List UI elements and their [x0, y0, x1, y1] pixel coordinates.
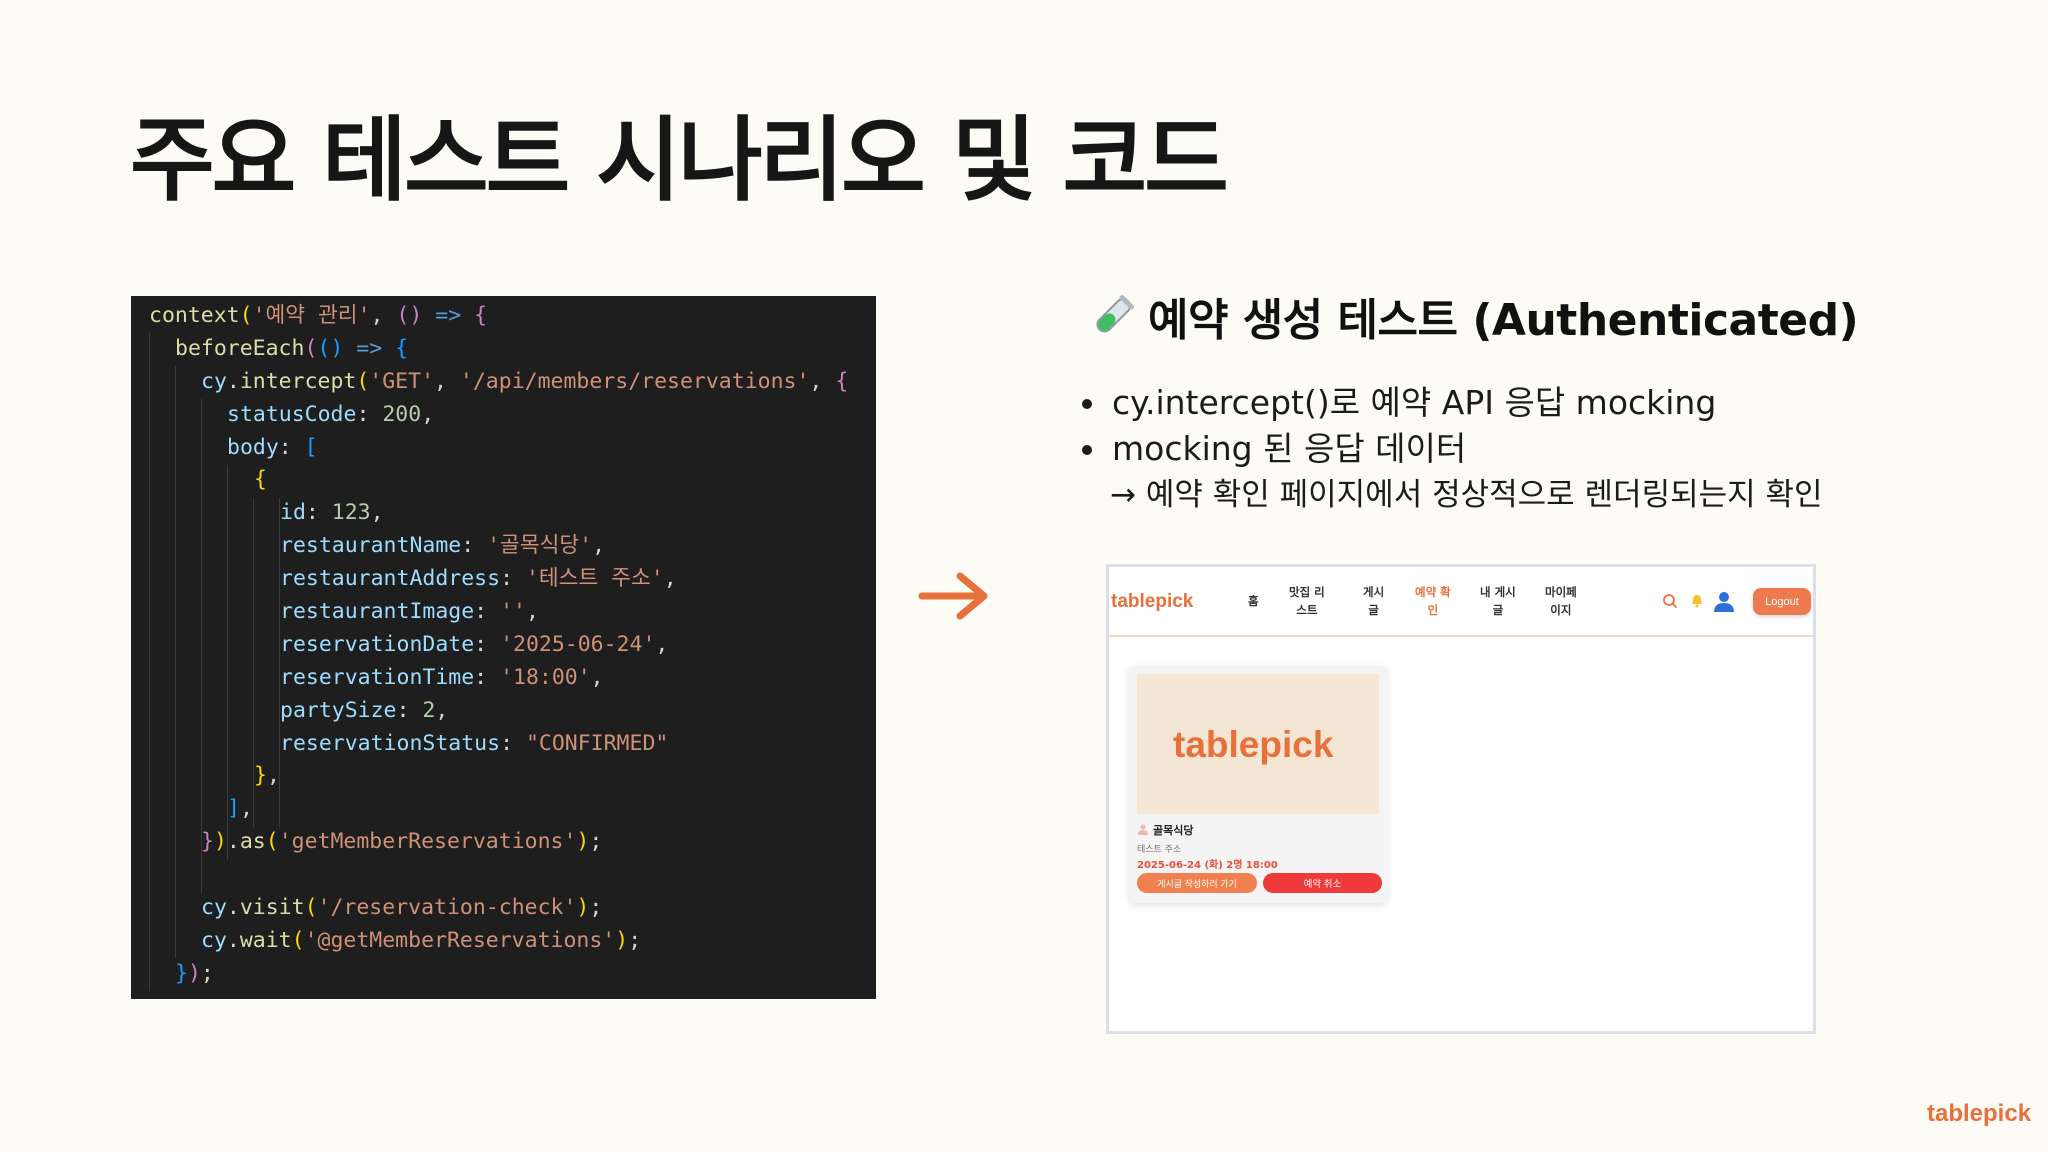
user-icon[interactable] — [1712, 589, 1736, 613]
restaurant-address: 테스트 주소 — [1137, 845, 1182, 855]
slide-title: 주요 테스트 시나리오 및 코드 — [130, 107, 1229, 214]
nav-my-posts[interactable]: 내 게시 글 — [1480, 583, 1516, 619]
code-line: }).as('getMemberReservations'); — [201, 829, 603, 855]
bullet-item: mocking 된 응답 데이터 — [1078, 426, 1716, 472]
code-line: ], — [227, 796, 253, 822]
code-line: beforeEach(() => { — [175, 335, 409, 361]
logout-button[interactable]: Logout — [1753, 588, 1811, 615]
section-title-text: 예약 생성 테스트 (Authenticated) — [1148, 295, 1859, 346]
nav-label: 예약 확 — [1415, 585, 1451, 599]
nav-label: 게시 — [1363, 585, 1385, 599]
code-line: partySize: 2, — [280, 697, 449, 723]
code-line: restaurantName: '골목식당', — [280, 533, 606, 559]
nav-label: 글 — [1368, 603, 1379, 617]
bullet-list: cy.intercept()로 예약 API 응답 mocking mockin… — [1078, 380, 1716, 472]
code-line: statusCode: 200, — [227, 401, 435, 427]
code-line: cy.wait('@getMemberReservations'); — [201, 927, 642, 953]
nav-home[interactable]: 홈 — [1248, 592, 1259, 610]
code-line: body: [ — [227, 434, 318, 460]
code-line: id: 123, — [280, 500, 384, 526]
nav-label: 내 게시 — [1480, 585, 1516, 599]
nav-restaurant-list[interactable]: 맛집 리 스트 — [1289, 583, 1325, 619]
right-arrow-icon — [918, 572, 988, 620]
code-line: { — [254, 467, 267, 493]
code-line: reservationTime: '18:00', — [280, 664, 604, 690]
app-logo[interactable]: tablepick — [1111, 591, 1193, 613]
code-panel: context('예약 관리', () => { beforeEach(() =>… — [131, 296, 876, 999]
reservation-card: tablepick 골목식당 테스트 주소 2025-06-24 (화) 2명 … — [1129, 666, 1387, 903]
code-line: reservationDate: '2025-06-24', — [280, 631, 669, 657]
nav-label: 맛집 리 — [1289, 585, 1325, 599]
app-screenshot: tablepick 홈 맛집 리 스트 게시 글 예약 확 인 내 게시 글 마… — [1106, 564, 1816, 1034]
bell-icon[interactable] — [1689, 593, 1705, 609]
code-line: context('예약 관리', () => { — [149, 303, 488, 328]
nav-label: 글 — [1492, 603, 1504, 617]
code-line: restaurantImage: '', — [280, 599, 539, 625]
nav-label: 이지 — [1550, 603, 1572, 617]
person-icon — [1138, 824, 1148, 835]
code-line: reservationStatus: "CONFIRMED" — [280, 730, 669, 756]
bullet-item: cy.intercept()로 예약 API 응답 mocking — [1078, 380, 1716, 426]
section-heading: 예약 생성 테스트 (Authenticated) — [1090, 284, 1859, 348]
sub-note: → 예약 확인 페이지에서 정상적으로 렌더링되는지 확인 — [1110, 477, 1823, 513]
code-line: restaurantAddress: '테스트 주소', — [280, 566, 677, 592]
nav-label: 마이페 — [1545, 585, 1577, 599]
code-line: cy.visit('/reservation-check'); — [201, 895, 603, 921]
nav-posts[interactable]: 게시 글 — [1363, 583, 1384, 619]
search-icon[interactable] — [1662, 593, 1678, 609]
navbar: tablepick 홈 맛집 리 스트 게시 글 예약 확 인 내 게시 글 마… — [1109, 567, 1813, 637]
cancel-reservation-button[interactable]: 예약 취소 — [1263, 873, 1382, 893]
code-line: }); — [175, 960, 214, 986]
nav-my-page[interactable]: 마이페 이지 — [1545, 583, 1577, 619]
nav-label: 홈 — [1248, 594, 1259, 608]
image-logo: tablepick — [1173, 724, 1334, 765]
code-line: }, — [254, 763, 280, 789]
brand-logo: tablepick — [1927, 1100, 2032, 1127]
nav-reservation-check[interactable]: 예약 확 인 — [1415, 583, 1451, 619]
reservation-datetime: 2025-06-24 (화) 2명 18:00 — [1137, 860, 1278, 871]
code-block: context('예약 관리', () => { beforeEach(() =>… — [149, 300, 848, 991]
code-line: cy.intercept('GET', '/api/members/reserv… — [201, 368, 849, 394]
restaurant-image: tablepick — [1137, 674, 1379, 814]
nav-label: 인 — [1427, 603, 1439, 617]
restaurant-name: 골목식당 — [1153, 824, 1194, 837]
nav-label: 스트 — [1296, 603, 1318, 617]
write-post-button[interactable]: 게시글 작성하러 가기 — [1137, 873, 1257, 893]
test-tube-icon — [1096, 294, 1135, 333]
